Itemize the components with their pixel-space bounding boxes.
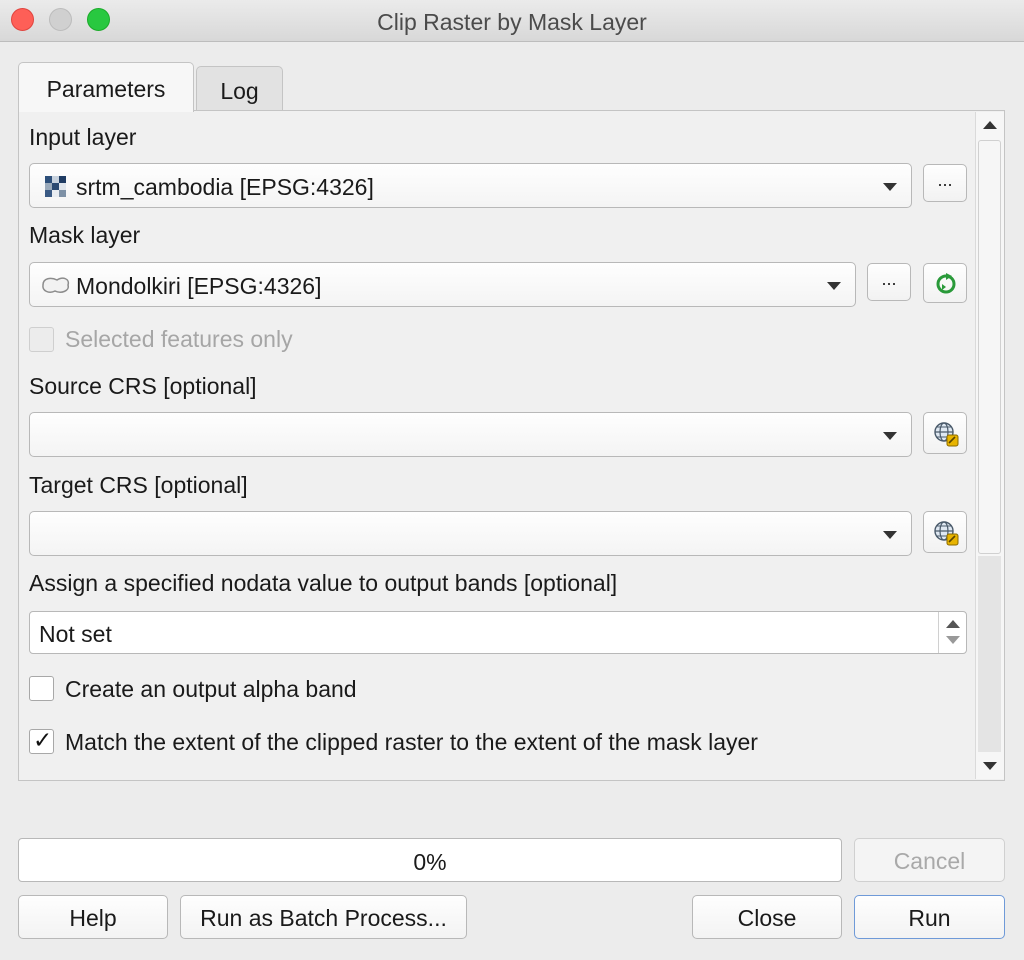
scrollbar-track[interactable] <box>978 556 1001 752</box>
source-crs-combo[interactable] <box>29 412 912 457</box>
cancel-button[interactable]: Cancel <box>854 838 1005 882</box>
alpha-band-label: Create an output alpha band <box>65 676 357 702</box>
input-layer-browse-button[interactable]: ... <box>923 164 967 202</box>
chevron-down-icon <box>883 432 897 440</box>
scroll-up-icon[interactable] <box>983 121 997 129</box>
progress-text: 0% <box>413 849 447 875</box>
tab-log[interactable]: Log <box>196 66 283 110</box>
progress-bar: 0% <box>18 838 842 882</box>
selected-features-checkbox <box>29 327 54 352</box>
mask-layer-value: Mondolkiri [EPSG:4326] <box>76 273 322 299</box>
selected-features-label: Selected features only <box>65 326 293 352</box>
target-crs-select-button[interactable] <box>923 511 967 553</box>
crs-globe-icon <box>933 520 959 555</box>
match-extent-label: Match the extent of the clipped raster t… <box>65 729 758 755</box>
target-crs-combo[interactable] <box>29 511 912 556</box>
polygon-layer-icon <box>41 275 71 300</box>
run-button[interactable]: Run <box>854 895 1005 939</box>
title-bar: Clip Raster by Mask Layer <box>0 0 1024 42</box>
nodata-value: Not set <box>39 621 112 647</box>
chevron-down-icon <box>883 183 897 191</box>
chevron-down-icon <box>883 531 897 539</box>
scroll-down-icon[interactable] <box>983 762 997 770</box>
vertical-scrollbar[interactable] <box>975 112 1004 779</box>
match-extent-checkbox[interactable]: ✓ <box>29 727 54 754</box>
alpha-band-checkbox[interactable] <box>29 676 54 701</box>
checkmark-icon: ✓ <box>33 727 53 753</box>
source-crs-select-button[interactable] <box>923 412 967 454</box>
input-layer-combo[interactable]: srtm_cambodia [EPSG:4326] <box>29 163 912 208</box>
iterate-refresh-icon <box>934 272 958 305</box>
close-button[interactable]: Close <box>692 895 842 939</box>
iterate-button[interactable] <box>923 263 967 303</box>
window-title: Clip Raster by Mask Layer <box>377 9 647 35</box>
raster-layer-icon <box>45 176 67 203</box>
stepper-down-icon[interactable] <box>946 636 960 644</box>
mask-layer-label: Mask layer <box>29 222 141 248</box>
target-crs-label: Target CRS [optional] <box>29 472 248 498</box>
run-as-batch-button[interactable]: Run as Batch Process... <box>180 895 467 939</box>
crs-globe-icon <box>933 421 959 456</box>
input-layer-label: Input layer <box>29 124 137 150</box>
mask-layer-browse-button[interactable]: ... <box>867 263 911 301</box>
chevron-down-icon <box>827 282 841 290</box>
help-button[interactable]: Help <box>18 895 168 939</box>
nodata-stepper[interactable] <box>938 612 966 653</box>
input-layer-value: srtm_cambodia [EPSG:4326] <box>76 174 374 200</box>
scrollbar-thumb[interactable] <box>978 140 1001 554</box>
mask-layer-combo[interactable]: Mondolkiri [EPSG:4326] <box>29 262 856 307</box>
tab-parameters[interactable]: Parameters <box>18 62 194 112</box>
nodata-spinbox[interactable]: Not set <box>29 611 967 654</box>
stepper-up-icon[interactable] <box>946 620 960 628</box>
nodata-label: Assign a specified nodata value to outpu… <box>29 570 618 596</box>
source-crs-label: Source CRS [optional] <box>29 373 257 399</box>
